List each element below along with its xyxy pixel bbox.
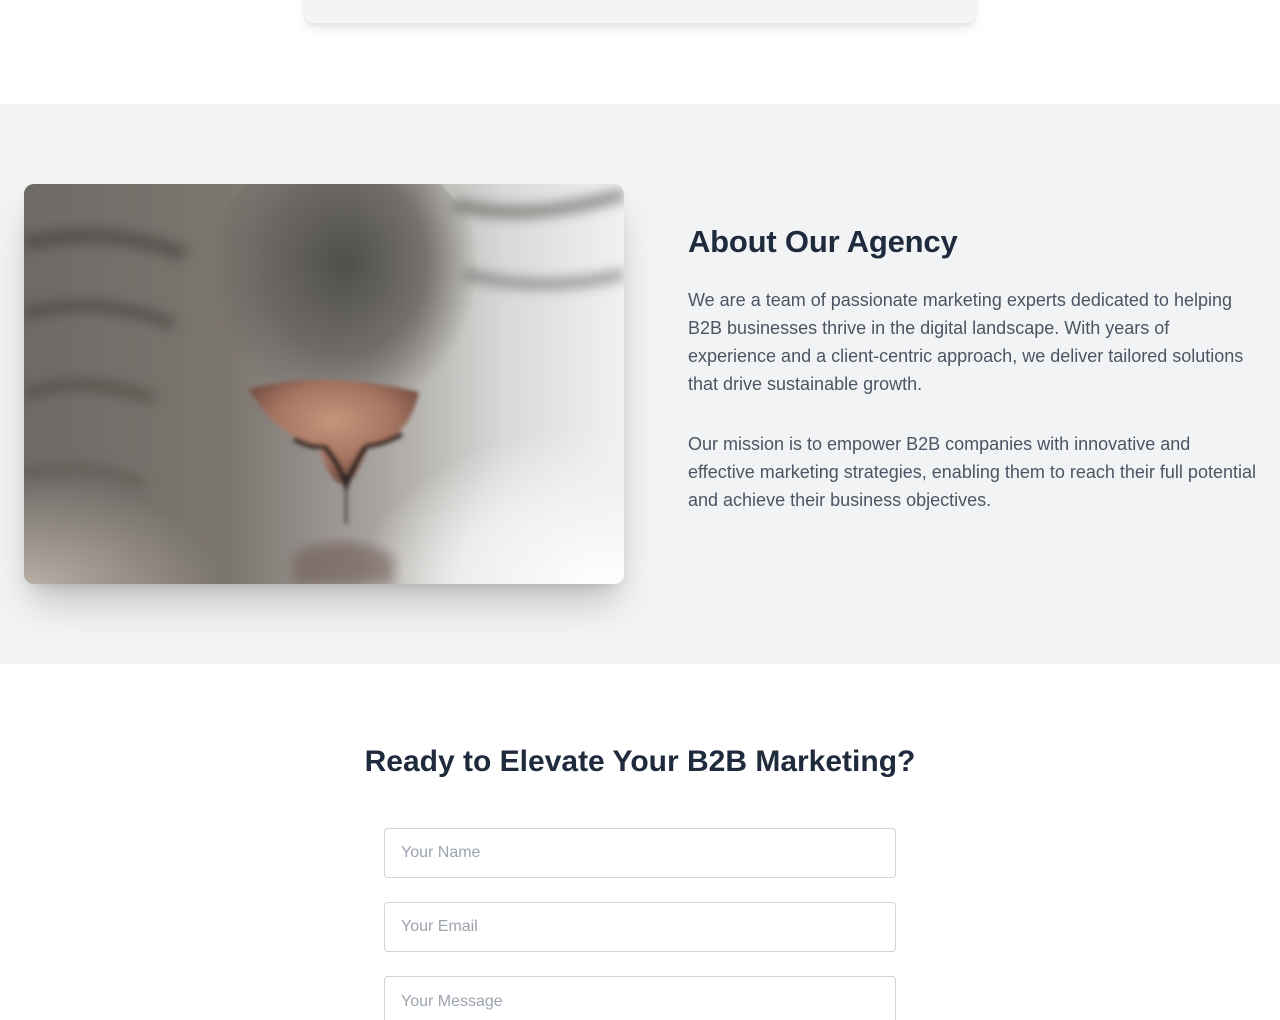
about-section: About Our Agency We are a team of passio…	[0, 104, 1280, 664]
about-image	[24, 184, 624, 584]
about-paragraph-mission: Our mission is to empower B2B companies …	[688, 434, 1256, 510]
previous-section-card	[305, 0, 975, 23]
contact-title: Ready to Elevate Your B2B Marketing?	[364, 745, 916, 778]
about-text: About Our Agency We are a team of passio…	[688, 222, 1258, 514]
cat-nose-photo	[24, 184, 624, 584]
page: About Our Agency We are a team of passio…	[0, 0, 1280, 1020]
name-input[interactable]	[384, 828, 896, 878]
about-paragraph-intro: We are a team of passionate marketing ex…	[688, 290, 1244, 394]
about-title: About Our Agency	[688, 224, 958, 259]
email-input[interactable]	[384, 902, 896, 952]
message-textarea[interactable]	[384, 976, 896, 1020]
